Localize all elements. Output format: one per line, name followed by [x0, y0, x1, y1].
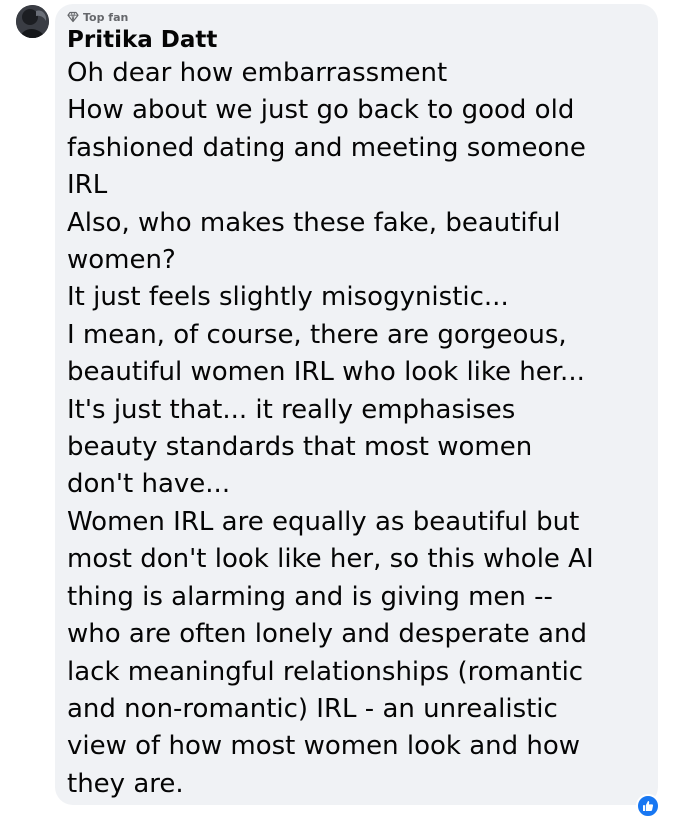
profile-photo [16, 5, 49, 38]
avatar[interactable] [16, 5, 49, 38]
comment-line: don't have... [67, 469, 231, 500]
comment-line: IRL [67, 170, 108, 201]
diamond-icon [67, 11, 79, 23]
comment-line: and non-romantic) IRL - an unrealistic [67, 693, 558, 724]
comment-line: Oh dear how embarrassment [67, 58, 448, 88]
comment-text: Oh dear how embarrassment How about we j… [67, 55, 646, 803]
like-reaction-badge[interactable] [636, 794, 660, 818]
comment-line: women? [67, 245, 176, 276]
comment-line: I mean, of course, there are gorgeous, [67, 319, 567, 350]
author-name[interactable]: Pritika Datt [67, 26, 646, 54]
comment-line: beautiful women IRL who look like her... [67, 357, 585, 388]
comment-line: beauty standards that most women [67, 432, 533, 463]
comment-line: How about we just go back to good old [67, 95, 575, 126]
comment-line: thing is alarming and is giving men -- [67, 581, 553, 612]
comment-line: fashioned dating and meeting someone [67, 132, 586, 163]
comment-bubble: Top fan Pritika Datt Oh dear how embarra… [55, 4, 658, 805]
thumbs-up-icon [643, 801, 654, 811]
comment-line: they are. [67, 768, 184, 799]
badge-label: Top fan [83, 10, 129, 24]
comment-line: most don't look like her, so this whole … [67, 544, 594, 575]
comment-line: view of how most women look and how [67, 731, 581, 762]
comment-line: who are often lonely and desperate and [67, 619, 587, 650]
top-fan-badge[interactable]: Top fan [67, 10, 646, 24]
comment-line: Women IRL are equally as beautiful but [67, 506, 580, 537]
comment-line: It just feels slightly misogynistic... [67, 282, 509, 313]
comment-line: Also, who makes these fake, beautiful [67, 207, 561, 238]
comment-line: It's just that... it really emphasises [67, 394, 516, 425]
comment-line: lack meaningful relationships (romantic [67, 656, 584, 687]
